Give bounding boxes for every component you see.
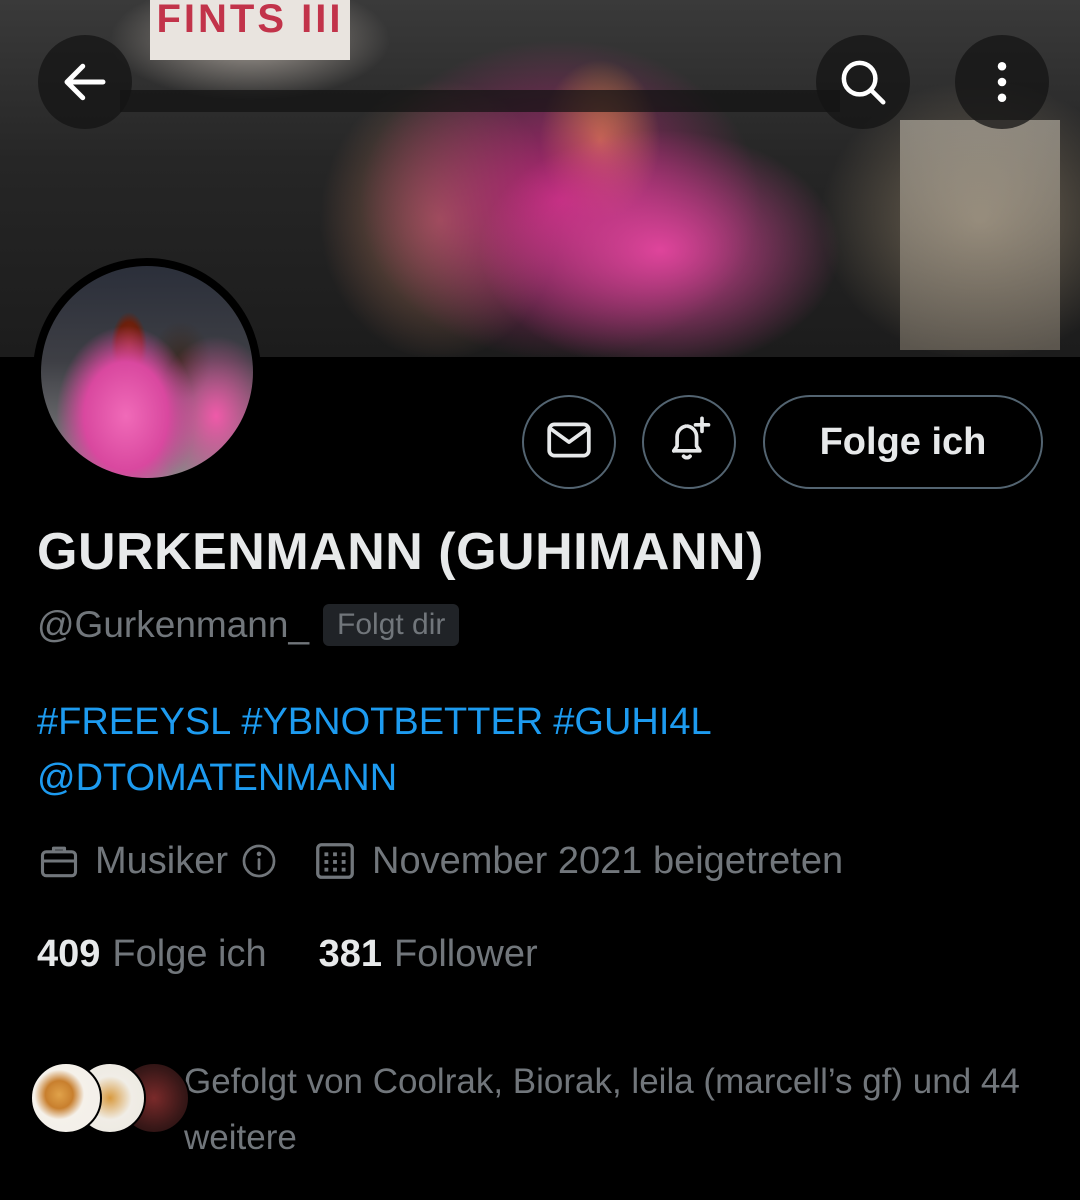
hashtag-link[interactable]: #YBNOTBETTER	[241, 701, 543, 743]
bio: #FREEYSL #YBNOTBETTER #GUHI4L @DTOMATENMAN…	[37, 694, 722, 806]
briefcase-icon	[37, 839, 81, 883]
following-button[interactable]: Folge ich	[763, 395, 1043, 489]
calendar-icon	[312, 838, 358, 884]
followers-stat[interactable]: 381 Follower	[319, 933, 538, 976]
mutual-follower-avatar	[30, 1062, 102, 1134]
followers-count: 381	[318, 933, 383, 975]
mention-link[interactable]: @DTOMATENMANN	[37, 757, 397, 799]
following-stat[interactable]: 409 Folge ich	[37, 933, 267, 976]
join-date: November 2021 beigetreten	[372, 839, 844, 882]
banner-panel	[120, 90, 840, 112]
hashtag-link[interactable]: #FREEYSL	[37, 701, 231, 743]
follow-stats: 409 Folge ich 381 Follower	[37, 933, 590, 976]
profile-category: Musiker	[95, 839, 229, 882]
search-button[interactable]	[816, 35, 910, 129]
avatar-image	[41, 266, 253, 478]
mutual-followers-avatars[interactable]	[30, 1062, 190, 1138]
username-handle: @Gurkenmann_	[37, 604, 310, 645]
followed-by-text[interactable]: Gefolgt von Coolrak, Biorak, leila (marc…	[184, 1054, 1044, 1166]
back-button[interactable]	[38, 35, 132, 129]
banner-sign: FINTS III	[150, 0, 350, 60]
profile-meta: Musiker November 2021 beigetreten	[37, 838, 843, 884]
notification-button[interactable]	[642, 395, 736, 489]
avatar[interactable]	[33, 258, 261, 486]
arrow-left-icon	[58, 55, 112, 109]
search-icon	[836, 55, 890, 109]
followers-label: Follower	[394, 933, 538, 975]
hashtag-link[interactable]: #GUHI4L	[553, 701, 711, 743]
bell-plus-icon	[663, 414, 715, 471]
follows-you-badge: Folgt dir	[323, 604, 460, 646]
display-name: GURKENMANN (GUHIMANN)	[37, 523, 764, 581]
message-button[interactable]	[522, 395, 616, 489]
banner-window	[900, 120, 1060, 350]
envelope-icon	[544, 415, 594, 470]
more-vertical-icon	[975, 55, 1029, 109]
handle-row: @Gurkenmann_ Folgt dir	[37, 604, 460, 646]
info-icon[interactable]	[240, 842, 278, 880]
more-options-button[interactable]	[955, 35, 1049, 129]
following-count: 409	[37, 933, 101, 975]
following-label: Folge ich	[112, 933, 267, 975]
